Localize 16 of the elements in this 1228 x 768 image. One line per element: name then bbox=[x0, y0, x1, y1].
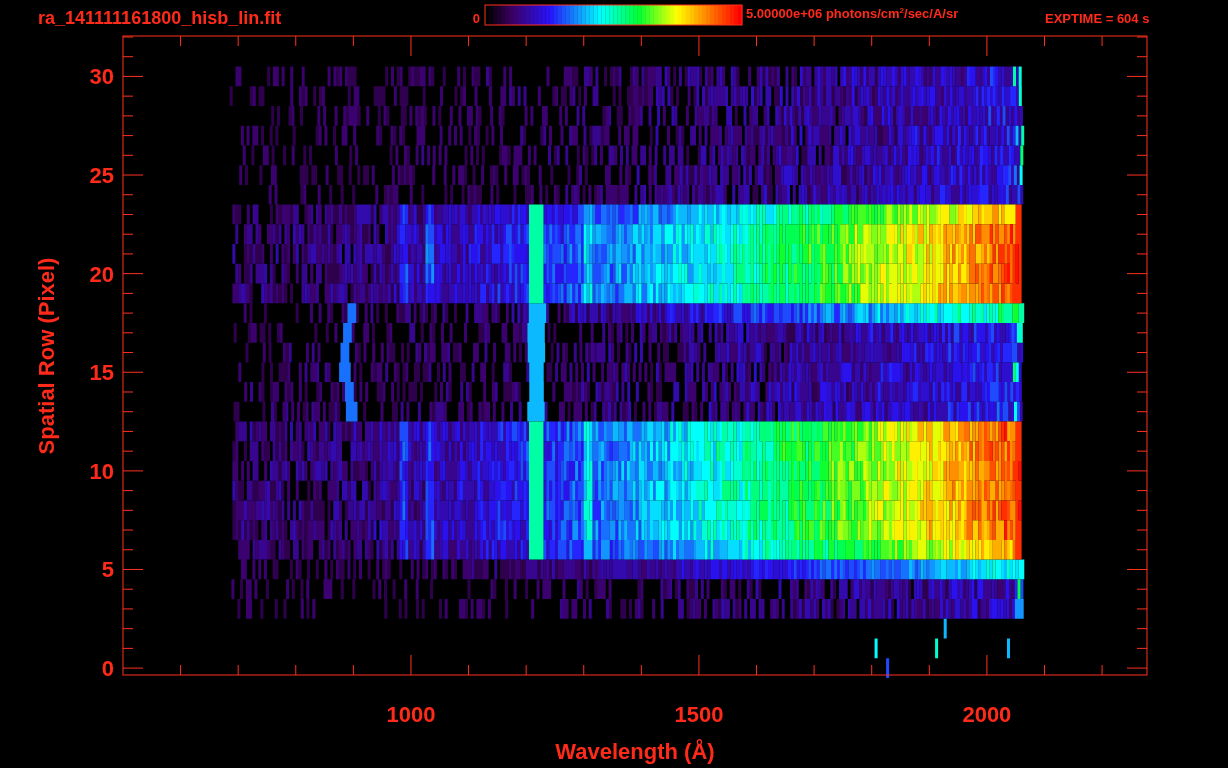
y-tick-label: 30 bbox=[89, 64, 114, 90]
y-tick-label: 25 bbox=[89, 163, 114, 189]
colorbar-max-label: 5.00000e+06 photons/cm$^{2}$/sec/A/sr bbox=[746, 4, 959, 23]
y-tick-label: 10 bbox=[89, 458, 114, 484]
y-tick-label: 15 bbox=[89, 360, 114, 386]
x-tick-label: 1500 bbox=[674, 702, 724, 727]
y-tick-label: 0 bbox=[101, 656, 114, 682]
x-axis-title: Wavelength (Å) bbox=[555, 739, 715, 764]
exposure-time: EXPTIME = 604 s bbox=[1045, 11, 1150, 26]
y-tick-label: 20 bbox=[89, 261, 114, 287]
x-tick-label: 2000 bbox=[962, 702, 1012, 727]
y-tick-label: 5 bbox=[101, 557, 114, 583]
colorbar-min-label: 0 bbox=[472, 11, 480, 26]
x-tick-label: 1000 bbox=[386, 702, 436, 727]
y-axis-title: Spatial Row (Pixel) bbox=[34, 257, 59, 455]
file-title: ra_141111161800_hisb_lin.fit bbox=[38, 8, 282, 28]
